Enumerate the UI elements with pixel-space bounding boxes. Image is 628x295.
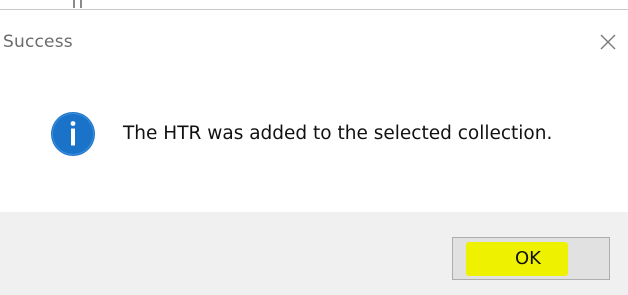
button-bar: OK — [0, 212, 628, 295]
dialog-content: The HTR was added to the selected collec… — [0, 58, 628, 212]
edge-tick — [73, 0, 75, 8]
close-button[interactable] — [588, 22, 628, 62]
message-text: The HTR was added to the selected collec… — [123, 123, 553, 144]
dialog-title: Success — [3, 32, 73, 52]
ok-button[interactable]: OK — [452, 237, 610, 280]
edge-tick — [80, 0, 82, 8]
title-bar: Success — [0, 12, 628, 58]
message-dialog: Success The HTR was added to the selecte… — [0, 0, 628, 295]
edge-line — [0, 9, 628, 10]
ok-button-label: OK — [515, 248, 541, 269]
close-icon — [600, 34, 616, 50]
info-icon — [51, 112, 95, 156]
